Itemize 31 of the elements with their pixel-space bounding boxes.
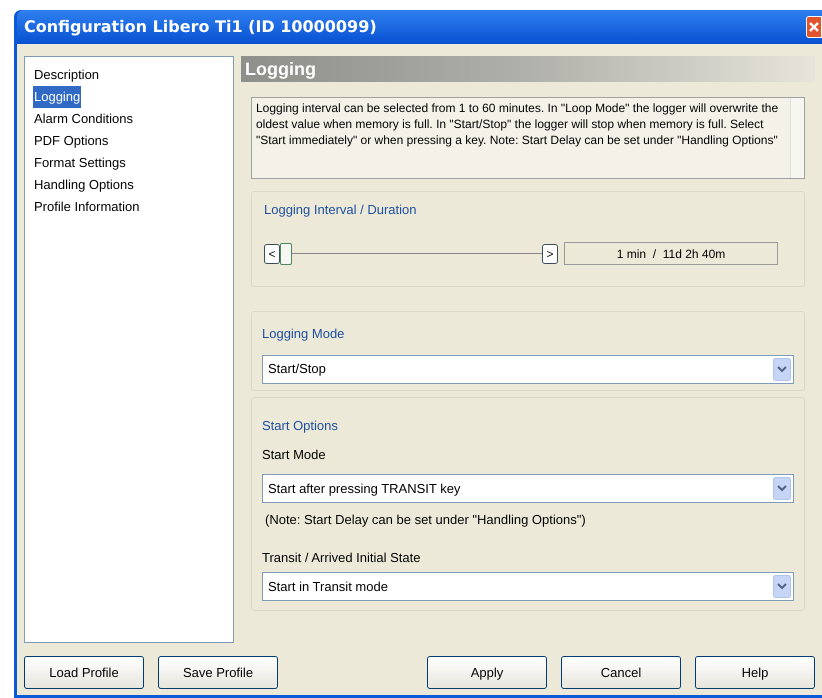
nav-item[interactable]: Alarm Conditions bbox=[33, 108, 134, 130]
logging-mode-dropdown[interactable]: Start/Stop bbox=[262, 354, 794, 384]
nav-item[interactable]: Logging bbox=[33, 86, 82, 108]
field-label: Start Mode bbox=[262, 446, 327, 464]
close-icon bbox=[809, 22, 819, 32]
group-title: Logging Interval / Duration bbox=[264, 201, 418, 219]
duration-readout: 1 min / 11d 2h 40m bbox=[564, 242, 778, 265]
start-mode-dropdown[interactable]: Start after pressing TRANSIT key bbox=[262, 474, 794, 503]
scrollbar[interactable] bbox=[790, 98, 804, 178]
dialog-button[interactable]: Cancel bbox=[561, 656, 681, 689]
nav-item[interactable]: Handling Options bbox=[33, 174, 135, 196]
description-text: Logging interval can be selected from 1 to 60 minutes. In "Loop Mode" the logger will overwrite the oldest value when memory is full. In "Start/Stop" the logger will stop when memory is full. Select "Start immediately" or when pressing a key. Note: Start Delay can be set under "Handling Options" bbox=[255, 100, 780, 149]
field-label: Transit / Arrived Initial State bbox=[262, 548, 422, 566]
increase-button[interactable]: > bbox=[542, 244, 558, 264]
nav-item[interactable]: Format Settings bbox=[33, 152, 127, 174]
nav-item[interactable]: Profile Information bbox=[33, 196, 140, 218]
dialog-button[interactable]: Save Profile bbox=[158, 656, 278, 689]
section-title: Logging bbox=[245, 58, 316, 81]
note-text: (Note: Start Delay can be set under "Handling Options") bbox=[265, 511, 587, 529]
group-title: Logging Mode bbox=[262, 325, 346, 343]
nav-item[interactable]: Description bbox=[33, 64, 100, 86]
dialog-button[interactable]: Load Profile bbox=[24, 656, 144, 689]
initial-state-dropdown[interactable]: Start in Transit mode bbox=[262, 572, 794, 601]
slider-thumb[interactable] bbox=[280, 242, 292, 264]
decrease-button[interactable]: < bbox=[264, 244, 280, 264]
nav-item[interactable]: PDF Options bbox=[33, 130, 110, 152]
dialog-button[interactable]: Help bbox=[695, 656, 815, 689]
dialog-button[interactable]: Apply bbox=[427, 656, 547, 689]
window-title: Configuration Libero Ti1 (ID 10000099) bbox=[24, 16, 377, 38]
close-button[interactable] bbox=[806, 16, 822, 38]
group-title: Start Options bbox=[262, 417, 339, 435]
